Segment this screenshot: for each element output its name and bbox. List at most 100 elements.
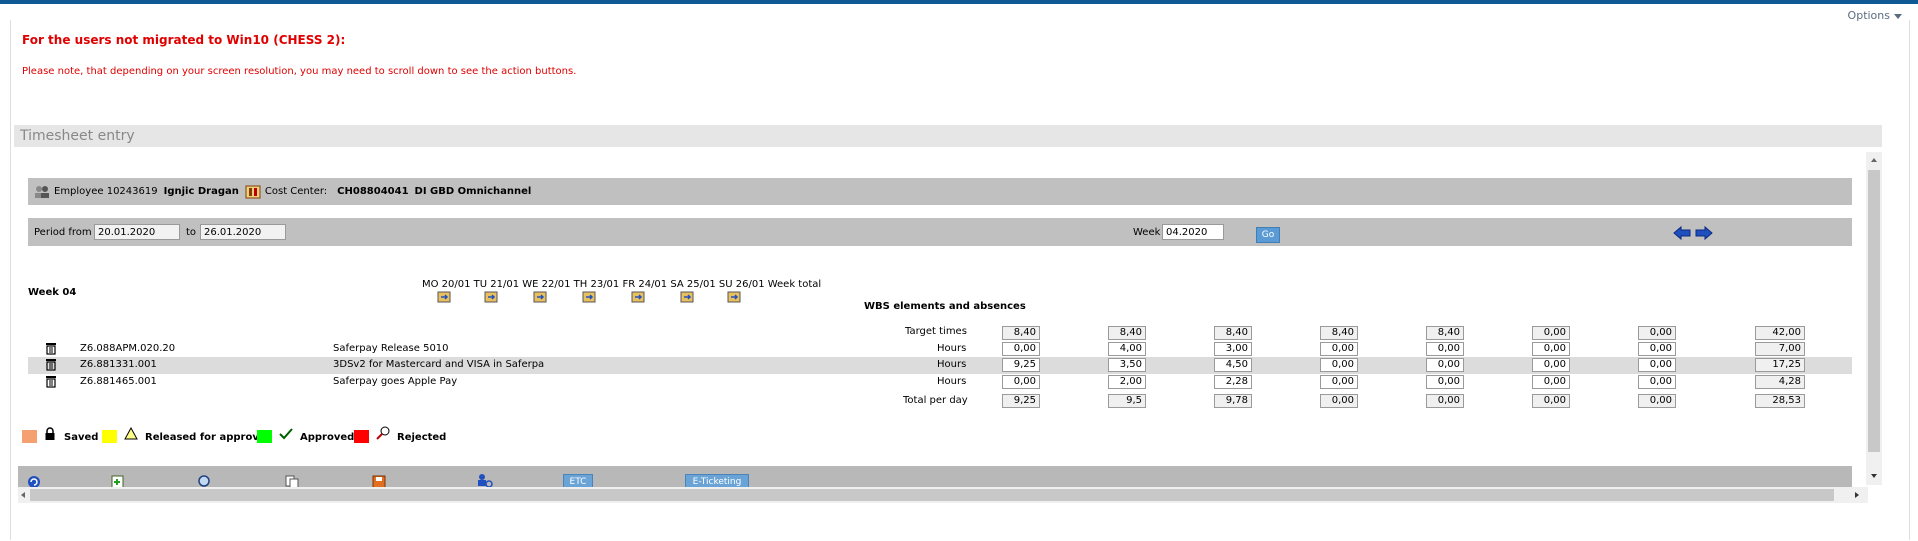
go-button[interactable]: Go (1256, 227, 1280, 243)
unit-label: Hours (937, 343, 967, 354)
period-bar: Period from to Week Go (28, 218, 1852, 246)
value-cell: 17,25 (1755, 358, 1805, 372)
hours-input[interactable]: 0,00 (1426, 375, 1464, 389)
hours-input[interactable]: 3,00 (1214, 342, 1252, 356)
eticketing-button[interactable]: E-Ticketing (685, 474, 749, 488)
value-cell: 8,40 (1002, 326, 1040, 340)
employee-name: Ignjic Dragan (163, 186, 239, 197)
hours-input[interactable]: 0,00 (1002, 342, 1040, 356)
hours-input[interactable]: 0,00 (1426, 342, 1464, 356)
save-icon[interactable] (371, 474, 387, 488)
hours-input[interactable]: 3,50 (1108, 358, 1146, 372)
trash-icon[interactable] (45, 374, 57, 388)
scroll-down-icon[interactable] (1868, 472, 1880, 480)
wbs-code: Z6.881331.001 (80, 359, 157, 370)
hours-input[interactable]: 0,00 (1532, 375, 1570, 389)
refresh-icon[interactable] (26, 474, 42, 488)
scroll-up-icon[interactable] (1868, 156, 1880, 164)
value-cell: 9,78 (1214, 394, 1252, 408)
value-cell: 0,00 (1638, 394, 1676, 408)
unit-label: Hours (937, 376, 967, 387)
week-input[interactable] (1162, 224, 1224, 240)
period-from-label: Period from (34, 227, 92, 238)
value-cell: 0,00 (1532, 326, 1570, 340)
wbs-description: 3DSv2 for Mastercard and VISA in Saferpa (333, 359, 545, 370)
value-cell: 9,5 (1108, 394, 1146, 408)
hours-input[interactable]: 9,25 (1002, 358, 1040, 372)
hours-input[interactable]: 0,00 (1426, 358, 1464, 372)
value-cell: 8,40 (1214, 326, 1252, 340)
value-cell: 28,53 (1755, 394, 1805, 408)
value-cell: 8,40 (1426, 326, 1464, 340)
top-accent-bar (0, 0, 1918, 4)
rejected-icon (376, 426, 390, 440)
scroll-right-icon[interactable] (1852, 490, 1862, 500)
wbs-description: Saferpay goes Apple Pay (333, 376, 458, 387)
week-label: Week (1133, 227, 1161, 238)
hours-input[interactable]: 0,00 (1532, 342, 1570, 356)
notice-title: For the users not migrated to Win10 (CHE… (22, 33, 346, 47)
etc-button[interactable]: ETC (563, 474, 593, 488)
value-cell: 0,00 (1426, 394, 1464, 408)
wbs-code: Z6.881465.001 (80, 376, 157, 387)
saved-legend-swatch (22, 430, 37, 443)
approved-legend-swatch (257, 430, 272, 443)
day-detail-icon[interactable] (484, 291, 498, 303)
user-settings-icon[interactable] (476, 473, 494, 488)
total-label: Total per day (903, 395, 968, 406)
value-cell: 0,00 (1320, 394, 1358, 408)
day-detail-icon[interactable] (437, 291, 451, 303)
day-detail-icon[interactable] (680, 291, 694, 303)
hours-input[interactable]: 0,00 (1638, 358, 1676, 372)
period-to-label: to (186, 227, 197, 238)
employee-icon (35, 185, 49, 198)
cost-center-icon (245, 185, 261, 198)
employee-prefix: Employee 10243619 (54, 186, 158, 197)
hours-input[interactable]: 2,28 (1214, 375, 1252, 389)
arrow-right-icon[interactable] (1695, 225, 1713, 241)
lock-icon (45, 427, 55, 440)
hours-input[interactable]: 2,00 (1108, 375, 1146, 389)
value-cell: 7,00 (1755, 342, 1805, 356)
value-cell: 9,25 (1002, 394, 1040, 408)
chevron-down-icon (1894, 13, 1902, 19)
hours-input[interactable]: 0,00 (1638, 342, 1676, 356)
add-row-icon[interactable] (110, 474, 126, 488)
hours-input[interactable]: 0,00 (1320, 358, 1358, 372)
value-cell: 0,00 (1638, 326, 1676, 340)
hours-input[interactable]: 4,50 (1214, 358, 1252, 372)
cost-center-value: CH08804041 (337, 186, 409, 197)
arrow-left-icon[interactable] (1673, 225, 1691, 241)
horizontal-scroll-thumb[interactable] (30, 489, 1834, 501)
hours-input[interactable]: 0,00 (1532, 358, 1570, 372)
rejected-legend-swatch (354, 430, 369, 443)
hours-input[interactable]: 0,00 (1002, 375, 1040, 389)
period-to-input[interactable] (200, 224, 286, 240)
trash-icon[interactable] (45, 357, 57, 371)
day-detail-icon[interactable] (631, 291, 645, 303)
day-headers: MO 20/01 TU 21/01 WE 22/01 TH 23/01 FR 2… (422, 279, 822, 290)
hours-input[interactable]: 0,00 (1320, 342, 1358, 356)
content-frame (10, 20, 1910, 540)
vertical-scroll-thumb[interactable] (1868, 170, 1880, 452)
hours-input[interactable]: 0,00 (1638, 375, 1676, 389)
saved-legend-label: Saved (64, 432, 99, 443)
checkmark-icon (279, 428, 293, 440)
value-cell: 8,40 (1108, 326, 1146, 340)
scroll-left-icon[interactable] (18, 490, 28, 500)
hours-input[interactable]: 0,00 (1320, 375, 1358, 389)
trash-icon[interactable] (45, 341, 57, 355)
copy-icon[interactable] (284, 474, 300, 488)
warning-icon (124, 427, 138, 440)
section-header: Timesheet entry (14, 125, 1882, 147)
day-detail-icon[interactable] (582, 291, 596, 303)
day-detail-icon[interactable] (727, 291, 741, 303)
period-from-input[interactable] (94, 224, 180, 240)
value-cell: 4,28 (1755, 375, 1805, 389)
day-detail-icon[interactable] (533, 291, 547, 303)
value-cell: 8,40 (1320, 326, 1358, 340)
target-label: Target times (905, 326, 967, 337)
hours-input[interactable]: 4,00 (1108, 342, 1146, 356)
cost-center-name: DI GBD Omnichannel (414, 186, 532, 197)
search-icon[interactable] (197, 474, 213, 488)
